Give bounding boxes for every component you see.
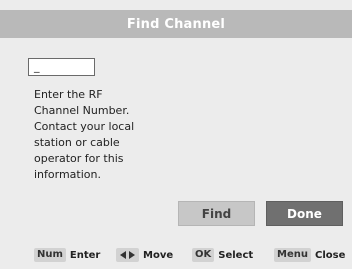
find-channel-dialog: Find Channel _ Enter the RF Channel Numb… [0,0,352,269]
ok-key-badge: OK [192,248,215,262]
hint-move: Move [116,246,173,264]
ok-hint-label: Select [218,249,254,261]
instruction-line: operator for this [34,152,124,165]
dialog-title-bar: Find Channel [0,10,352,38]
done-button[interactable]: Done [266,201,343,226]
channel-number-input[interactable]: _ [28,58,95,76]
instruction-line: Contact your local [34,120,135,133]
menu-hint-label: Close [314,249,346,261]
instruction-line: Channel Number. [34,104,130,117]
instructions-text: Enter the RF Channel Number. Contact you… [34,87,174,183]
find-button[interactable]: Find [178,201,255,226]
key-hint-bar: Num Enter Move OK Select Menu Close [0,246,352,264]
move-hint-label: Move [143,249,174,261]
hint-num-enter: Num Enter [34,246,100,264]
num-key-badge: Num [34,248,66,262]
hint-ok-select: OK Select [192,246,253,264]
instruction-line: Enter the RF [34,88,103,101]
dialog-title: Find Channel [126,16,226,32]
num-hint-label: Enter [69,249,101,261]
instruction-line: station or cable [34,136,120,149]
instruction-line: information. [34,168,101,181]
left-right-arrows-icon [116,248,139,262]
hint-menu-close: Menu Close [274,246,345,264]
menu-key-badge: Menu [274,248,311,262]
